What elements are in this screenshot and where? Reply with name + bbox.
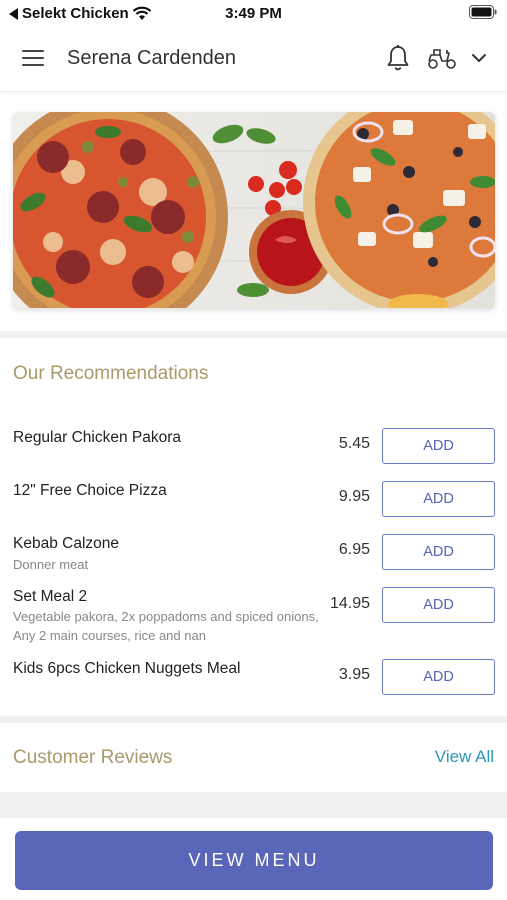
- section-divider: [0, 716, 507, 723]
- add-button[interactable]: ADD: [382, 428, 495, 464]
- app-header: Serena Cardenden: [0, 26, 507, 92]
- view-menu-button[interactable]: VIEW MENU: [15, 831, 493, 890]
- view-all-link[interactable]: View All: [435, 747, 494, 767]
- item-price: 3.95: [338, 666, 370, 683]
- item-price: 9.95: [338, 488, 370, 505]
- item-name[interactable]: Kebab Calzone: [13, 535, 119, 553]
- restaurant-title[interactable]: Serena Cardenden: [67, 47, 236, 70]
- chevron-down-icon[interactable]: [469, 48, 489, 68]
- add-button[interactable]: ADD: [382, 659, 495, 695]
- hamburger-menu-icon[interactable]: [22, 50, 46, 68]
- recommendations-title: Our Recommendations: [13, 363, 209, 384]
- item-price: 6.95: [338, 541, 370, 558]
- add-button[interactable]: ADD: [382, 534, 495, 570]
- add-button[interactable]: ADD: [382, 587, 495, 623]
- section-divider: [0, 792, 507, 818]
- item-name[interactable]: Regular Chicken Pakora: [13, 429, 181, 447]
- bell-icon[interactable]: [385, 44, 411, 72]
- item-price: 14.95: [329, 595, 370, 612]
- scooter-icon[interactable]: [426, 44, 458, 72]
- section-divider: [0, 331, 507, 338]
- add-button[interactable]: ADD: [382, 481, 495, 517]
- status-bar: Selekt Chicken 3:49 PM: [0, 0, 507, 26]
- item-description: Vegetable pakora, 2x poppadoms and spice…: [13, 609, 319, 643]
- item-name[interactable]: Set Meal 2: [13, 588, 87, 606]
- item-price: 5.45: [338, 435, 370, 452]
- item-name[interactable]: Kids 6pcs Chicken Nuggets Meal: [13, 660, 240, 678]
- item-name[interactable]: 12" Free Choice Pizza: [13, 482, 167, 500]
- battery-icon: [469, 5, 497, 23]
- reviews-title: Customer Reviews: [13, 747, 173, 768]
- hero-banner-image: [13, 112, 495, 308]
- item-description: Donner meat: [13, 557, 89, 572]
- status-time: 3:49 PM: [225, 5, 282, 22]
